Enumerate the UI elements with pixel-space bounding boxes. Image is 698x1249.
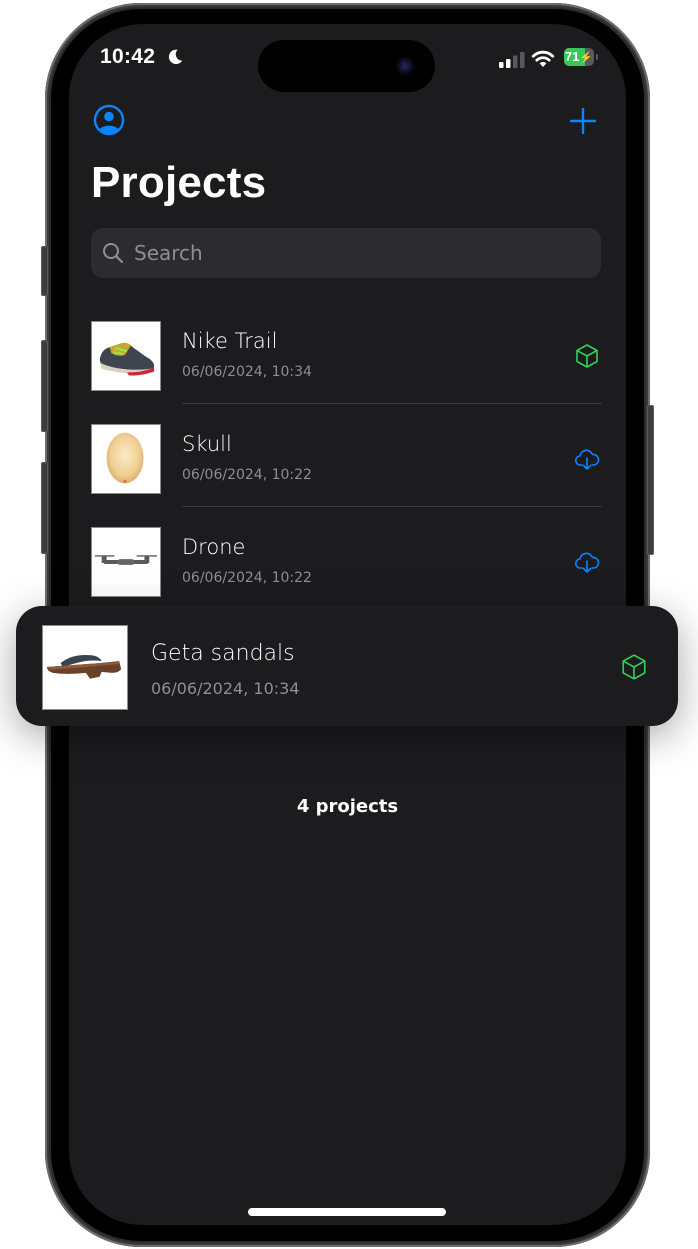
project-name: Geta sandals: [151, 641, 295, 666]
person-circle-icon: [93, 104, 125, 136]
moon-icon: [168, 49, 183, 65]
dynamic-island: [258, 40, 435, 92]
project-name: Nike Trail: [182, 329, 278, 353]
project-thumbnail-drone: [91, 527, 161, 597]
power-button: [647, 405, 654, 555]
row-divider: [182, 506, 602, 507]
project-date: 06/06/2024, 10:22: [182, 570, 312, 586]
project-row-drone[interactable]: Drone 06/06/2024, 10:22: [69, 517, 626, 609]
add-project-button[interactable]: [570, 108, 596, 134]
project-date: 06/06/2024, 10:22: [182, 467, 312, 483]
cellular-signal-icon: [499, 52, 525, 68]
profile-button[interactable]: [93, 104, 125, 136]
project-name: Drone: [182, 535, 246, 559]
cube-icon[interactable]: [574, 343, 600, 369]
project-count: 4 projects: [296, 796, 399, 817]
project-date: 06/06/2024, 10:34: [182, 364, 312, 380]
battery-tip: [596, 54, 598, 60]
front-camera: [395, 56, 415, 76]
search-input[interactable]: [132, 240, 576, 266]
dragged-project-card[interactable]: Geta sandals 06/06/2024, 10:34: [16, 606, 678, 726]
page-title: Projects: [91, 158, 267, 207]
project-thumbnail-sneaker: [91, 321, 161, 391]
wifi-icon: [531, 50, 555, 67]
project-row-nike-trail[interactable]: Nike Trail 06/06/2024, 10:34: [69, 311, 626, 403]
volume-up-button: [41, 340, 48, 432]
row-divider: [182, 403, 602, 404]
project-date: 06/06/2024, 10:34: [151, 679, 300, 698]
project-thumbnail-skull: [91, 424, 161, 494]
project-name: Skull: [182, 432, 232, 456]
project-row-skull[interactable]: Skull 06/06/2024, 10:22: [69, 414, 626, 506]
status-time: 10:42: [100, 45, 156, 68]
action-button: [41, 246, 48, 296]
cube-icon[interactable]: [620, 653, 648, 681]
cloud-download-icon[interactable]: [574, 446, 600, 472]
search-icon: [103, 243, 124, 264]
battery-level: 71⚡: [564, 49, 594, 64]
search-bar[interactable]: [91, 228, 601, 278]
volume-down-button: [41, 462, 48, 554]
battery-indicator: 71⚡: [564, 48, 594, 66]
home-indicator[interactable]: [248, 1208, 446, 1216]
project-thumbnail-sandal: [42, 625, 128, 710]
plus-icon: [570, 108, 596, 134]
cloud-download-icon[interactable]: [574, 549, 600, 575]
